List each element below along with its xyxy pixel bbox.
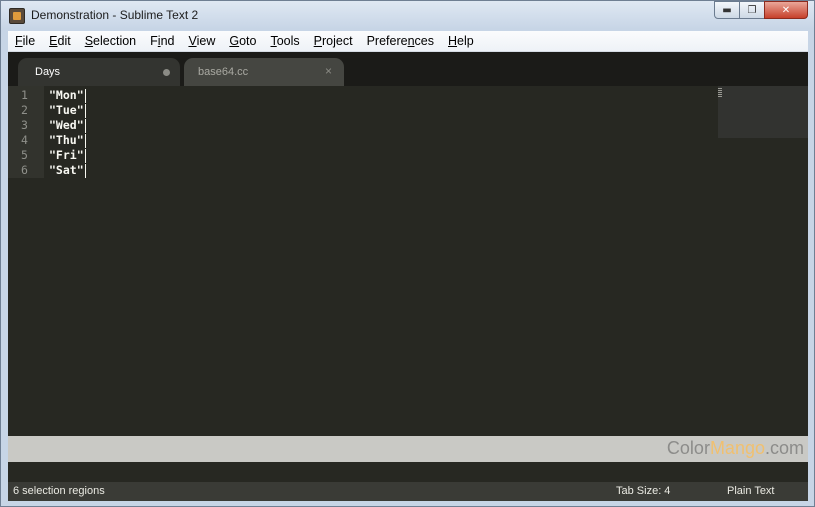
minimize-icon: ▬ bbox=[722, 4, 732, 16]
menu-selection[interactable]: Selection bbox=[78, 34, 143, 48]
code-line[interactable]: 5 "Fri" bbox=[8, 148, 108, 163]
code-line[interactable]: 3 "Wed" bbox=[8, 118, 108, 133]
code-text: "Thu" bbox=[49, 133, 84, 147]
editor-lower-area bbox=[8, 462, 808, 482]
line-number: 6 bbox=[21, 163, 28, 177]
line-number: 2 bbox=[21, 103, 28, 117]
syntax-status[interactable]: Plain Text bbox=[727, 485, 775, 497]
minimap-content bbox=[718, 88, 722, 98]
tab-size-status[interactable]: Tab Size: 4 bbox=[616, 485, 670, 497]
maximize-button[interactable]: ❐ bbox=[739, 1, 765, 19]
watermark-logo: ColorMango.com bbox=[666, 438, 804, 458]
code-text: "Sat" bbox=[49, 163, 84, 177]
menu-goto[interactable]: Goto bbox=[222, 34, 263, 48]
cursor-caret bbox=[85, 89, 86, 103]
menu-edit[interactable]: Edit bbox=[42, 34, 78, 48]
tab-days[interactable]: Days bbox=[18, 58, 180, 86]
menu-file[interactable]: File bbox=[8, 34, 42, 48]
code-line[interactable]: 6 "Sat" bbox=[8, 163, 108, 178]
close-button[interactable]: ✕ bbox=[764, 1, 808, 19]
cursor-caret bbox=[85, 164, 86, 178]
close-icon: ✕ bbox=[781, 4, 791, 16]
tab-close-icon[interactable]: × bbox=[325, 64, 332, 78]
title-bar[interactable]: Demonstration - Sublime Text 2 ▬ ❐ ✕ bbox=[1, 1, 814, 31]
code-line[interactable]: 1 "Mon" bbox=[8, 88, 108, 103]
menu-help[interactable]: Help bbox=[441, 34, 481, 48]
tab-base64[interactable]: base64.cc × bbox=[184, 58, 344, 86]
cursor-caret bbox=[85, 149, 86, 163]
watermark-band: ColorMango.com bbox=[8, 436, 808, 462]
unsaved-dot-icon[interactable] bbox=[163, 69, 170, 76]
code-line[interactable]: 2 "Tue" bbox=[8, 103, 108, 118]
tab-bar: Days base64.cc × bbox=[8, 52, 808, 86]
line-number: 1 bbox=[21, 88, 28, 102]
cursor-caret bbox=[85, 104, 86, 118]
code-text: "Tue" bbox=[49, 103, 84, 117]
code-text: "Fri" bbox=[49, 148, 84, 162]
window-title: Demonstration - Sublime Text 2 bbox=[31, 8, 199, 22]
tab-label: Days bbox=[35, 66, 61, 78]
minimap[interactable] bbox=[718, 86, 808, 138]
code-editor[interactable]: 1 "Mon" 2 "Tue" 3 "Wed" 4 "Thu" 5 "Fri" … bbox=[8, 86, 808, 436]
menu-bar: File Edit Selection Find View Goto Tools… bbox=[8, 31, 808, 52]
menu-tools[interactable]: Tools bbox=[263, 34, 306, 48]
cursor-caret bbox=[85, 119, 86, 133]
line-number: 5 bbox=[21, 148, 28, 162]
menu-preferences[interactable]: Preferences bbox=[360, 34, 441, 48]
menu-find[interactable]: Find bbox=[143, 34, 181, 48]
tab-label: base64.cc bbox=[198, 66, 249, 78]
editor-frame: Days base64.cc × 1 "Mon" 2 "Tue" 3 "Wed"… bbox=[8, 52, 808, 501]
code-text: "Wed" bbox=[49, 118, 84, 132]
status-bar: 6 selection regions Tab Size: 4 Plain Te… bbox=[8, 482, 808, 501]
cursor-caret bbox=[85, 134, 86, 148]
window-controls: ▬ ❐ ✕ bbox=[714, 1, 808, 21]
app-window: Demonstration - Sublime Text 2 ▬ ❐ ✕ Fil… bbox=[0, 0, 815, 507]
sublime-app-icon[interactable] bbox=[9, 8, 25, 24]
code-text: "Mon" bbox=[49, 88, 84, 102]
minimize-button[interactable]: ▬ bbox=[714, 1, 740, 19]
line-number: 4 bbox=[21, 133, 28, 147]
selection-status: 6 selection regions bbox=[13, 485, 105, 497]
code-line[interactable]: 4 "Thu" bbox=[8, 133, 108, 148]
maximize-icon: ❐ bbox=[747, 4, 757, 16]
menu-project[interactable]: Project bbox=[307, 34, 360, 48]
menu-view[interactable]: View bbox=[181, 34, 222, 48]
line-number: 3 bbox=[21, 118, 28, 132]
